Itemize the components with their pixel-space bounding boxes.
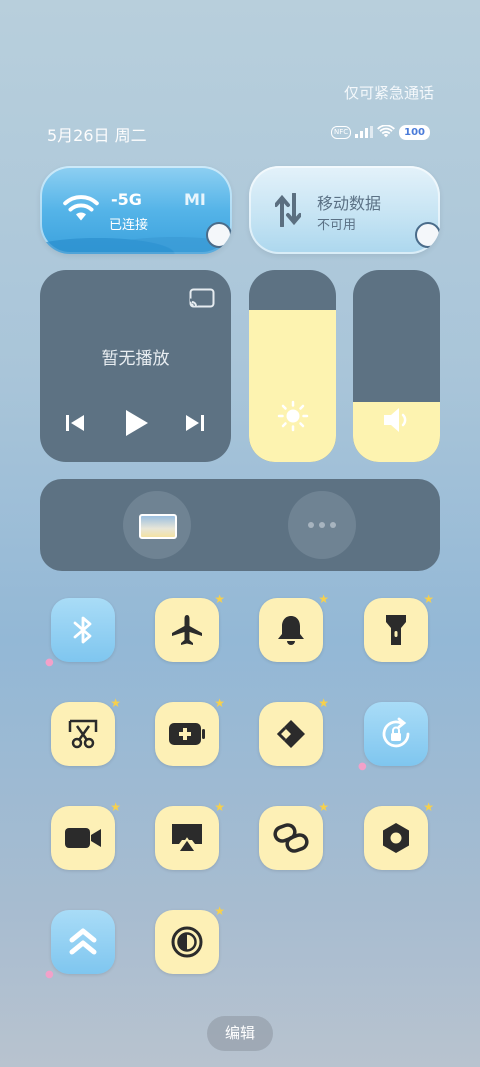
more-shortcuts-button[interactable]	[288, 491, 356, 559]
mobile-data-status: 不可用	[317, 218, 357, 233]
wifi-icon	[63, 195, 99, 221]
star-sticker-icon: ★	[214, 696, 225, 710]
cast-icon[interactable]	[189, 288, 215, 308]
wifi-toggle[interactable]: -5G MI 已连接	[40, 166, 232, 254]
brightness-level	[249, 310, 336, 462]
status-bar: NFC 100	[331, 124, 430, 140]
screen-cast-toggle[interactable]: ★	[155, 800, 225, 870]
previous-track-icon[interactable]	[65, 413, 85, 433]
screenshot-toggle[interactable]: ★	[51, 696, 121, 766]
star-sticker-icon: ★	[214, 904, 225, 918]
rotation-lock-icon	[382, 717, 410, 748]
airplane-mode-toggle[interactable]: ★	[155, 592, 225, 662]
star-sticker-icon: ★	[110, 800, 121, 814]
star-sticker-icon: ★	[318, 800, 329, 814]
next-track-icon[interactable]	[185, 413, 205, 433]
contrast-icon	[171, 926, 203, 958]
wifi-status: 已连接	[109, 218, 149, 233]
wifi-network-brand: MI	[184, 190, 206, 209]
wifi-status-icon	[377, 125, 396, 138]
wifi-network-name: -5G	[111, 190, 142, 209]
airplane-icon	[172, 615, 202, 645]
signal-icon	[355, 126, 374, 138]
display-shortcut-button[interactable]	[123, 491, 191, 559]
sun-icon	[277, 400, 309, 432]
flashlight-toggle[interactable]: ★	[364, 592, 434, 662]
navigation-toggle[interactable]: ●	[45, 910, 115, 980]
video-camera-icon	[65, 828, 101, 848]
play-icon[interactable]	[124, 408, 150, 438]
send-icon	[276, 720, 305, 748]
battery-indicator: 100	[399, 124, 430, 140]
settings-toggle[interactable]: ★	[364, 800, 434, 870]
screen-record-toggle[interactable]: ★	[51, 800, 121, 870]
link-icon	[273, 823, 309, 853]
fish-sticker-icon: ●	[45, 657, 54, 668]
edit-button[interactable]: 编辑	[207, 1016, 273, 1051]
airplay-icon	[172, 824, 202, 853]
emergency-call-text: 仅可紧急通话	[343, 84, 434, 102]
rotation-lock-toggle[interactable]: ●	[358, 702, 428, 772]
hex-nut-icon	[383, 823, 409, 853]
shortcut-bar	[40, 479, 440, 571]
mobile-data-toggle[interactable]: 移动数据 不可用	[249, 166, 440, 254]
double-chevron-up-icon	[69, 928, 97, 955]
data-transfer-icon	[275, 193, 301, 227]
star-sticker-icon: ★	[214, 592, 225, 606]
fish-sticker-icon: ●	[45, 969, 54, 980]
fish-sticker-icon: ●	[358, 761, 367, 772]
star-sticker-icon: ★	[318, 696, 329, 710]
battery-plus-icon	[169, 723, 205, 745]
flashlight-icon	[386, 615, 406, 645]
date-text: 5月26日 周二	[47, 126, 147, 145]
scissors-icon	[68, 719, 98, 749]
link-toggle[interactable]: ★	[259, 800, 329, 870]
media-title: 暂无播放	[101, 349, 170, 369]
display-icon	[139, 514, 177, 539]
star-sticker-icon: ★	[318, 592, 329, 606]
share-toggle[interactable]: ★	[259, 696, 329, 766]
brightness-slider[interactable]	[249, 270, 336, 462]
star-sticker-icon: ★	[110, 696, 121, 710]
ringer-toggle[interactable]: ★	[259, 592, 329, 662]
mobile-data-title: 移动数据	[317, 194, 382, 213]
nfc-icon: NFC	[331, 125, 352, 139]
star-sticker-icon: ★	[423, 800, 434, 814]
battery-saver-toggle[interactable]: ★	[155, 696, 225, 766]
speaker-icon	[384, 408, 407, 432]
star-sticker-icon: ★	[423, 592, 434, 606]
star-sticker-icon: ★	[214, 800, 225, 814]
volume-slider[interactable]	[353, 270, 440, 462]
bluetooth-icon	[73, 616, 92, 644]
dark-mode-toggle[interactable]: ★	[155, 904, 225, 974]
more-icon	[308, 522, 336, 528]
mascot-icon	[415, 222, 440, 248]
bell-icon	[278, 616, 304, 645]
mascot-icon	[206, 222, 232, 248]
bluetooth-toggle[interactable]: ●	[45, 598, 115, 668]
